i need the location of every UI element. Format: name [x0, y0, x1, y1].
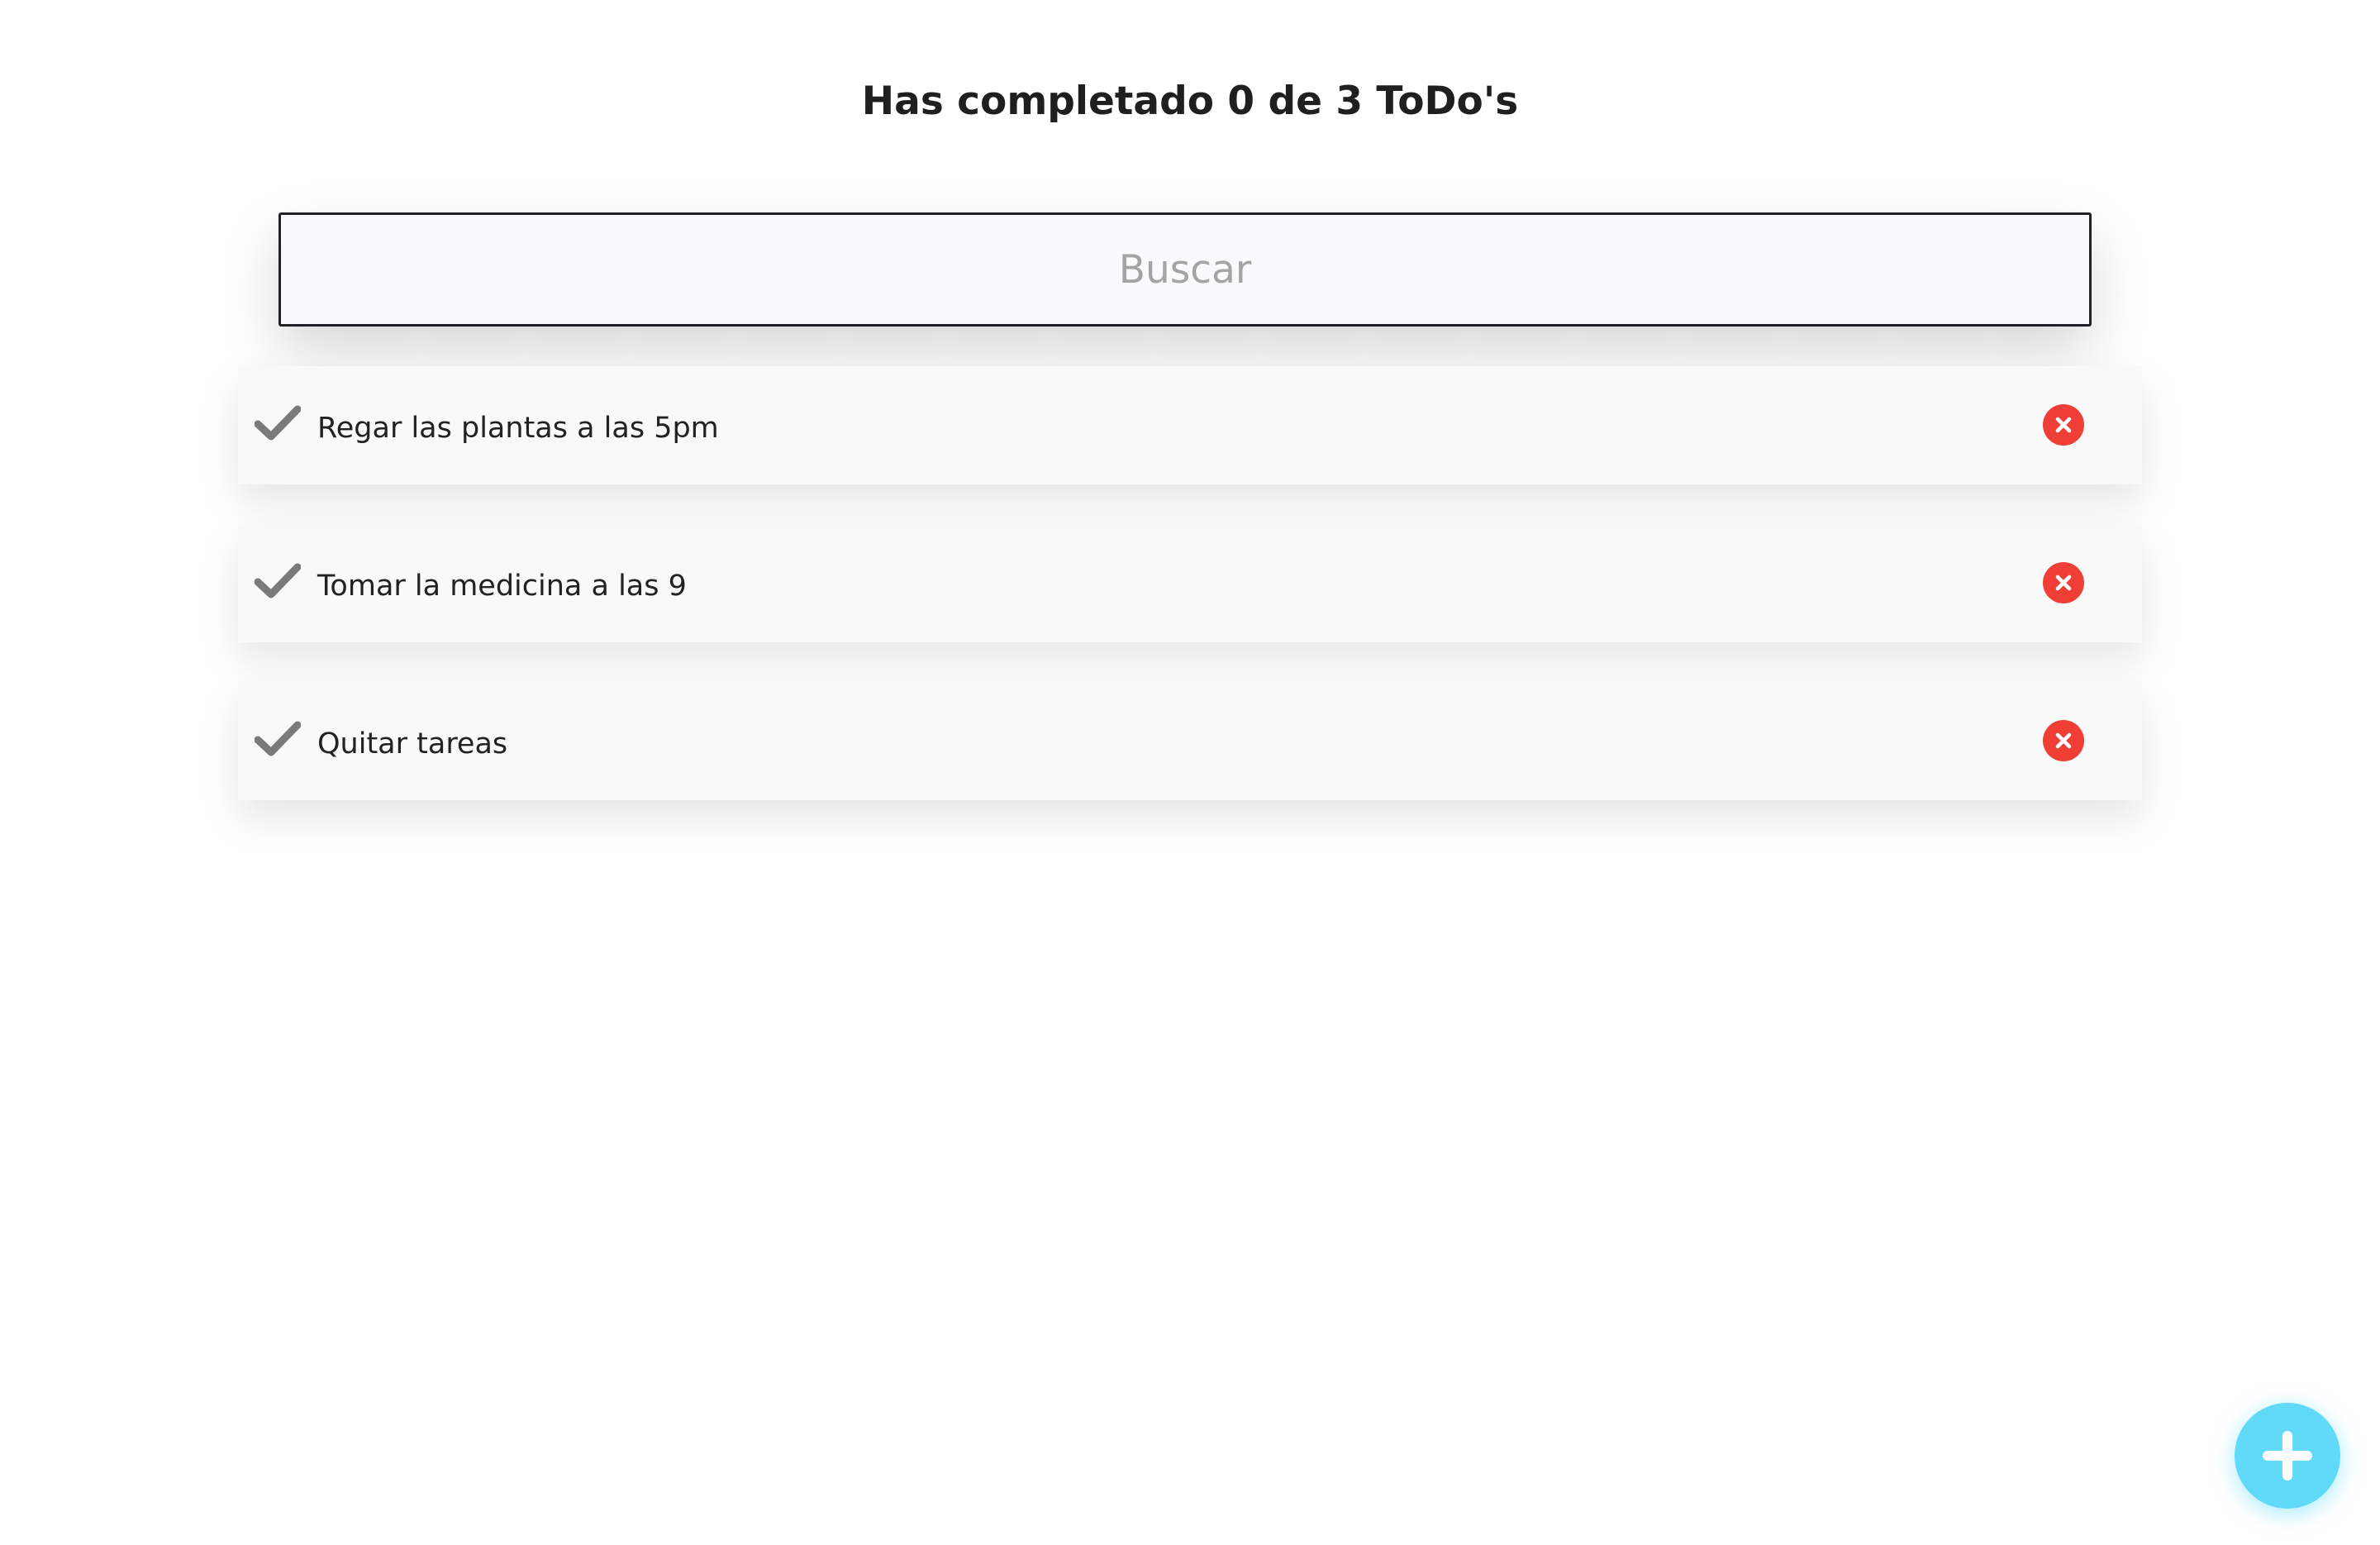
todo-text: Regar las plantas a las 5pm [317, 412, 719, 445]
todo-item: Quitar tareas [238, 682, 2142, 800]
todo-item: Tomar la medicina a las 9 [238, 524, 2142, 642]
check-icon[interactable] [254, 720, 302, 758]
check-icon[interactable] [254, 562, 302, 600]
close-circle-icon[interactable] [2043, 562, 2084, 603]
check-icon[interactable] [254, 404, 302, 442]
todo-item: Regar las plantas a las 5pm [238, 366, 2142, 484]
close-circle-icon[interactable] [2043, 720, 2084, 761]
todo-text: Quitar tareas [317, 727, 508, 761]
todo-app: Has completado 0 de 3 ToDo's Regar las p… [0, 0, 2380, 1545]
todo-list: Regar las plantas a las 5pm Tomar la med… [238, 366, 2142, 840]
add-todo-button[interactable] [2235, 1403, 2340, 1509]
close-circle-icon[interactable] [2043, 404, 2084, 446]
page-title: Has completado 0 de 3 ToDo's [861, 79, 1519, 124]
search-input[interactable] [278, 212, 2092, 327]
search-container [278, 212, 2092, 327]
todo-text: Tomar la medicina a las 9 [317, 570, 687, 603]
